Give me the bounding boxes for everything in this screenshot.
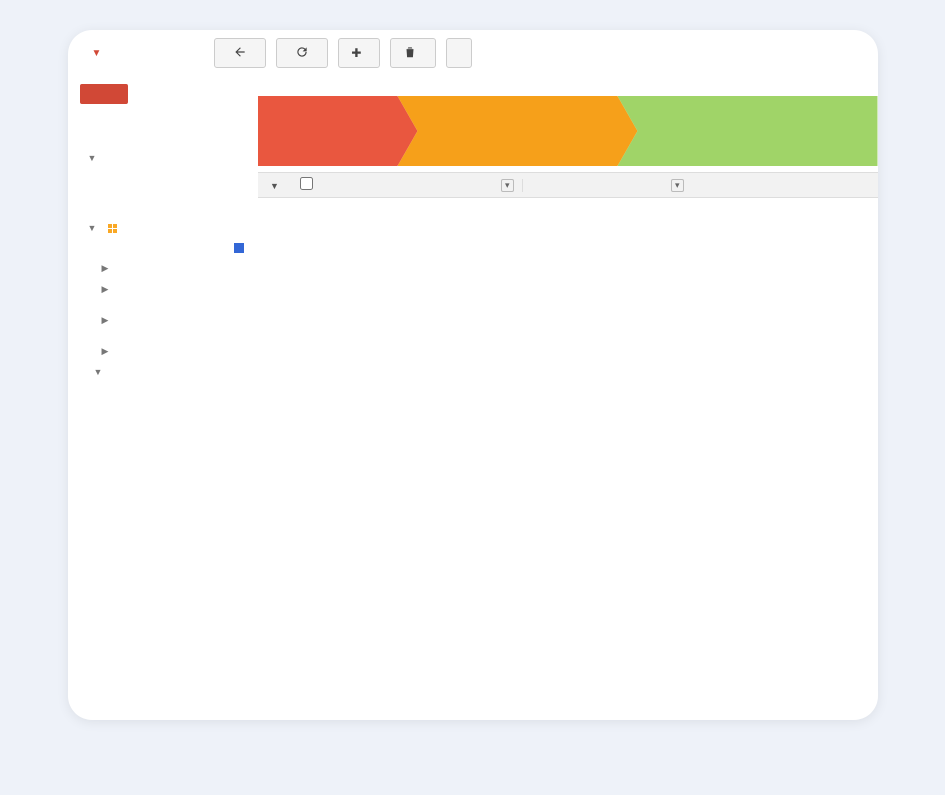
nav-list: ▼ ▼ [76, 118, 258, 382]
chevron-right-icon: ▶ [102, 315, 109, 326]
delete-box-button[interactable] [390, 38, 436, 68]
stage-interview[interactable] [618, 96, 878, 166]
chevron-down-icon: ▼ [88, 153, 97, 163]
sidebar-item-support[interactable]: ▶ [76, 279, 258, 300]
column-headers: ▼ ▾ ▾ [258, 172, 878, 198]
new-box-button[interactable]: ✚ [338, 38, 380, 68]
chevron-right-icon: ▶ [102, 346, 109, 357]
sidebar-item-snoozed[interactable] [76, 208, 258, 218]
trash-icon [403, 45, 417, 62]
chevron-right-icon: ▶ [102, 284, 109, 295]
refresh-button[interactable] [276, 38, 328, 68]
grid-icon [108, 224, 117, 233]
sidebar-item-starred[interactable] [76, 128, 258, 138]
main-panel: ▼ ▾ ▾ [258, 76, 878, 720]
sidebar-item-tracked-emails[interactable] [76, 178, 258, 188]
sidebar-item-bugs[interactable] [76, 300, 258, 310]
sidebar-item-more[interactable]: ▼ [76, 362, 258, 382]
sidebar-item-inbox[interactable] [76, 118, 258, 128]
stage-summary [258, 96, 878, 166]
select-all-checkbox[interactable] [292, 177, 322, 193]
sidebar-item-sent[interactable]: ▼ [76, 148, 258, 168]
sidebar-item-sales[interactable]: ▶ [76, 258, 258, 279]
back-arrow-icon [233, 45, 247, 62]
chevron-down-icon: ▼ [88, 223, 97, 233]
sidebar-item-important[interactable] [76, 138, 258, 148]
sidebar-item-dealflow[interactable]: ▶ [76, 341, 258, 362]
sidebar-item-fundraising[interactable] [76, 331, 258, 341]
app-window: ▼ ✚ ▼ [68, 30, 878, 720]
compose-button[interactable] [80, 84, 128, 104]
sidebar-item-recently-viewed[interactable] [76, 168, 258, 178]
top-toolbar: ▼ ✚ [68, 30, 878, 76]
sidebar-item-drafts[interactable] [76, 198, 258, 208]
dropdown-icon[interactable]: ▾ [501, 179, 514, 192]
chevron-down-icon: ▼ [92, 48, 102, 59]
sidebar-item-hiring[interactable] [76, 238, 258, 258]
sidebar-item-product-dev[interactable]: ▶ [76, 310, 258, 331]
column-header-name[interactable]: ▾ [322, 179, 522, 192]
back-button[interactable] [214, 38, 266, 68]
chevron-right-icon: ▶ [102, 263, 109, 274]
plus-icon: ✚ [351, 46, 361, 60]
stage-phone-screen[interactable] [398, 96, 638, 166]
dropdown-icon[interactable]: ▾ [671, 179, 684, 192]
chevron-down-icon: ▼ [94, 367, 103, 377]
sidebar-item-awaiting-reply[interactable] [76, 188, 258, 198]
filter-sort-button[interactable] [446, 38, 472, 68]
gmail-brand-menu[interactable]: ▼ [80, 44, 110, 63]
sidebar-item-pipelines[interactable]: ▼ [76, 218, 258, 238]
stage-resume[interactable] [258, 96, 418, 166]
collapse-all-toggle[interactable]: ▼ [258, 178, 292, 192]
sidebar: ▼ ▼ [68, 76, 258, 720]
chevron-down-icon: ▼ [270, 181, 279, 191]
page-title [258, 80, 878, 96]
refresh-icon [295, 45, 309, 62]
color-tag-icon [234, 243, 244, 253]
column-header-stage[interactable]: ▾ [522, 179, 692, 192]
